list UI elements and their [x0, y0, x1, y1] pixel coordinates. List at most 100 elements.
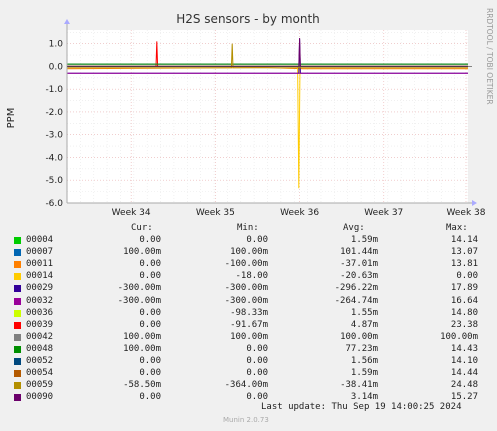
header-avg: Avg:: [343, 223, 365, 233]
legend-min: 100.00m: [230, 331, 268, 342]
legend-avg: -296.22m: [334, 283, 378, 294]
legend-swatch: [14, 297, 21, 305]
legend-min: -98.33m: [230, 307, 268, 318]
legend-min: 0.00: [246, 235, 268, 245]
legend-swatch: [14, 370, 21, 378]
y-tick-label: 1.0: [49, 40, 64, 50]
legend-row-00032: 00032 -300.00m -300.00m -264.74m 16.64: [0, 296, 497, 308]
legend-max: 16.64: [450, 295, 478, 306]
legend-avg: 1.59m: [350, 368, 378, 379]
legend-avg: -20.63m: [340, 271, 378, 282]
legend-row-00052: 00052 0.00 0.00 1.56m 14.10: [0, 356, 497, 368]
legend-name: 00048: [26, 343, 54, 354]
legend-cur: 0.00: [139, 259, 161, 270]
legend-name: 00036: [26, 307, 54, 318]
legend-min: -300.00m: [224, 295, 268, 306]
legend-swatch: [14, 249, 21, 257]
legend-avg: 1.55m: [350, 307, 378, 318]
legend-max: 14.10: [450, 356, 478, 366]
munin-version: Munin 2.0.73: [223, 416, 269, 424]
header-cur: Cur:: [131, 223, 153, 233]
legend-avg: -264.74m: [334, 295, 378, 306]
legend-max: 13.07: [450, 247, 478, 258]
legend-name: 00052: [26, 356, 54, 366]
legend-max: 14.44: [450, 368, 478, 379]
legend-name: 00059: [26, 380, 54, 391]
legend-name: 00014: [26, 271, 54, 282]
legend-max: 14.80: [450, 307, 478, 318]
y-tick-label: -4.0: [45, 153, 63, 163]
legend-cur: -300.00m: [117, 295, 161, 306]
legend-avg: 100.00m: [340, 331, 378, 342]
legend-swatch: [14, 273, 21, 281]
legend-min: 0.00: [246, 392, 268, 403]
legend-cur: 100.00m: [123, 331, 161, 342]
legend-avg: 3.14m: [350, 392, 378, 403]
legend-min: 0.00: [246, 356, 268, 366]
y-tick-label: 0.0: [49, 62, 64, 72]
legend-row-00036: 00036 0.00 -98.33m 1.55m 14.80: [0, 308, 497, 320]
legend-name: 00007: [26, 247, 54, 258]
legend-max: 0.00: [456, 271, 478, 282]
x-tick-label: Week 36: [280, 208, 319, 218]
legend-row-00014: 00014 0.00 -18.00 -20.63m 0.00: [0, 271, 497, 283]
legend-swatch: [14, 358, 21, 365]
legend-min: 0.00: [246, 368, 268, 379]
legend-row-00048: 00048 100.00m 0.00 77.23m 14.43: [0, 344, 497, 356]
legend-max: 24.48: [450, 380, 478, 391]
x-tick-label: Week 38: [447, 208, 486, 218]
y-tick-label: -3.0: [45, 131, 63, 141]
chart: H2S sensors - by month PPM RRDTOOL / TOB…: [6, 8, 494, 218]
header-max: Max:: [446, 223, 468, 233]
rrdtool-credit: RRDTOOL / TOBI OETIKER: [485, 8, 494, 105]
legend-avg: 1.59m: [350, 235, 378, 245]
legend-name: 00004: [26, 235, 54, 245]
legend-max: 100.00m: [440, 331, 478, 342]
legend-swatch: [14, 321, 21, 329]
legend-name: 00032: [26, 295, 54, 306]
legend-row-00007: 00007 100.00m 100.00m 101.44m 13.07: [0, 247, 497, 259]
legend-swatch: [14, 394, 21, 402]
legend-name: 00029: [26, 283, 54, 294]
legend-swatch: [14, 285, 21, 293]
legend-cur: 0.00: [139, 368, 161, 379]
legend-min: -18.00: [235, 271, 268, 282]
legend-min: 0.00: [246, 343, 268, 354]
y-tick-label: -1.0: [45, 85, 63, 95]
legend-cur: 0.00: [139, 271, 161, 282]
legend-name: 00039: [26, 319, 54, 330]
legend-cur: 0.00: [139, 392, 161, 403]
legend-swatch: [14, 345, 21, 353]
legend-avg: -37.01m: [340, 259, 378, 270]
legend-row-00039: 00039 0.00 -91.67m 4.87m 23.38: [0, 320, 497, 332]
legend-cur: -58.50m: [123, 380, 161, 391]
legend-name: 00011: [26, 259, 54, 270]
legend-cur: 0.00: [139, 235, 161, 245]
legend-swatch: [14, 333, 21, 341]
x-tick-label: Week 37: [364, 208, 403, 218]
legend-avg: 4.87m: [350, 319, 378, 330]
legend-row-00011: 00011 0.00 -100.00m -37.01m 13.81: [0, 259, 497, 271]
legend-row-00054: 00054 0.00 0.00 1.59m 14.44: [0, 368, 497, 380]
legend-min: 100.00m: [230, 247, 268, 258]
legend-swatch: [14, 309, 21, 317]
legend-cur: 0.00: [139, 307, 161, 318]
legend-max: 23.38: [450, 319, 478, 330]
legend-avg: 101.44m: [340, 247, 378, 258]
legend-name: 00042: [26, 331, 54, 342]
legend-row-00059: 00059 -58.50m -364.00m -38.41m 24.48: [0, 380, 497, 392]
legend-max: 14.43: [450, 343, 478, 354]
legend-row-00004: 00004 0.00 0.00 1.59m 14.14: [0, 235, 497, 247]
y-axis-label: PPM: [6, 108, 17, 129]
y-tick-label: -2.0: [45, 108, 63, 118]
x-tick-label: Week 35: [196, 208, 235, 218]
legend-row-00029: 00029 -300.00m -300.00m -296.22m 17.89: [0, 283, 497, 295]
legend-min: -91.67m: [230, 319, 268, 330]
legend-avg: -38.41m: [340, 380, 378, 391]
legend-min: -364.00m: [224, 380, 268, 391]
legend-name: 00054: [26, 368, 54, 379]
legend-row-00042: 00042 100.00m 100.00m 100.00m 100.00m: [0, 332, 497, 344]
legend-swatch: [14, 237, 21, 244]
y-tick-label: -6.0: [45, 199, 63, 209]
legend-cur: 0.00: [139, 356, 161, 366]
